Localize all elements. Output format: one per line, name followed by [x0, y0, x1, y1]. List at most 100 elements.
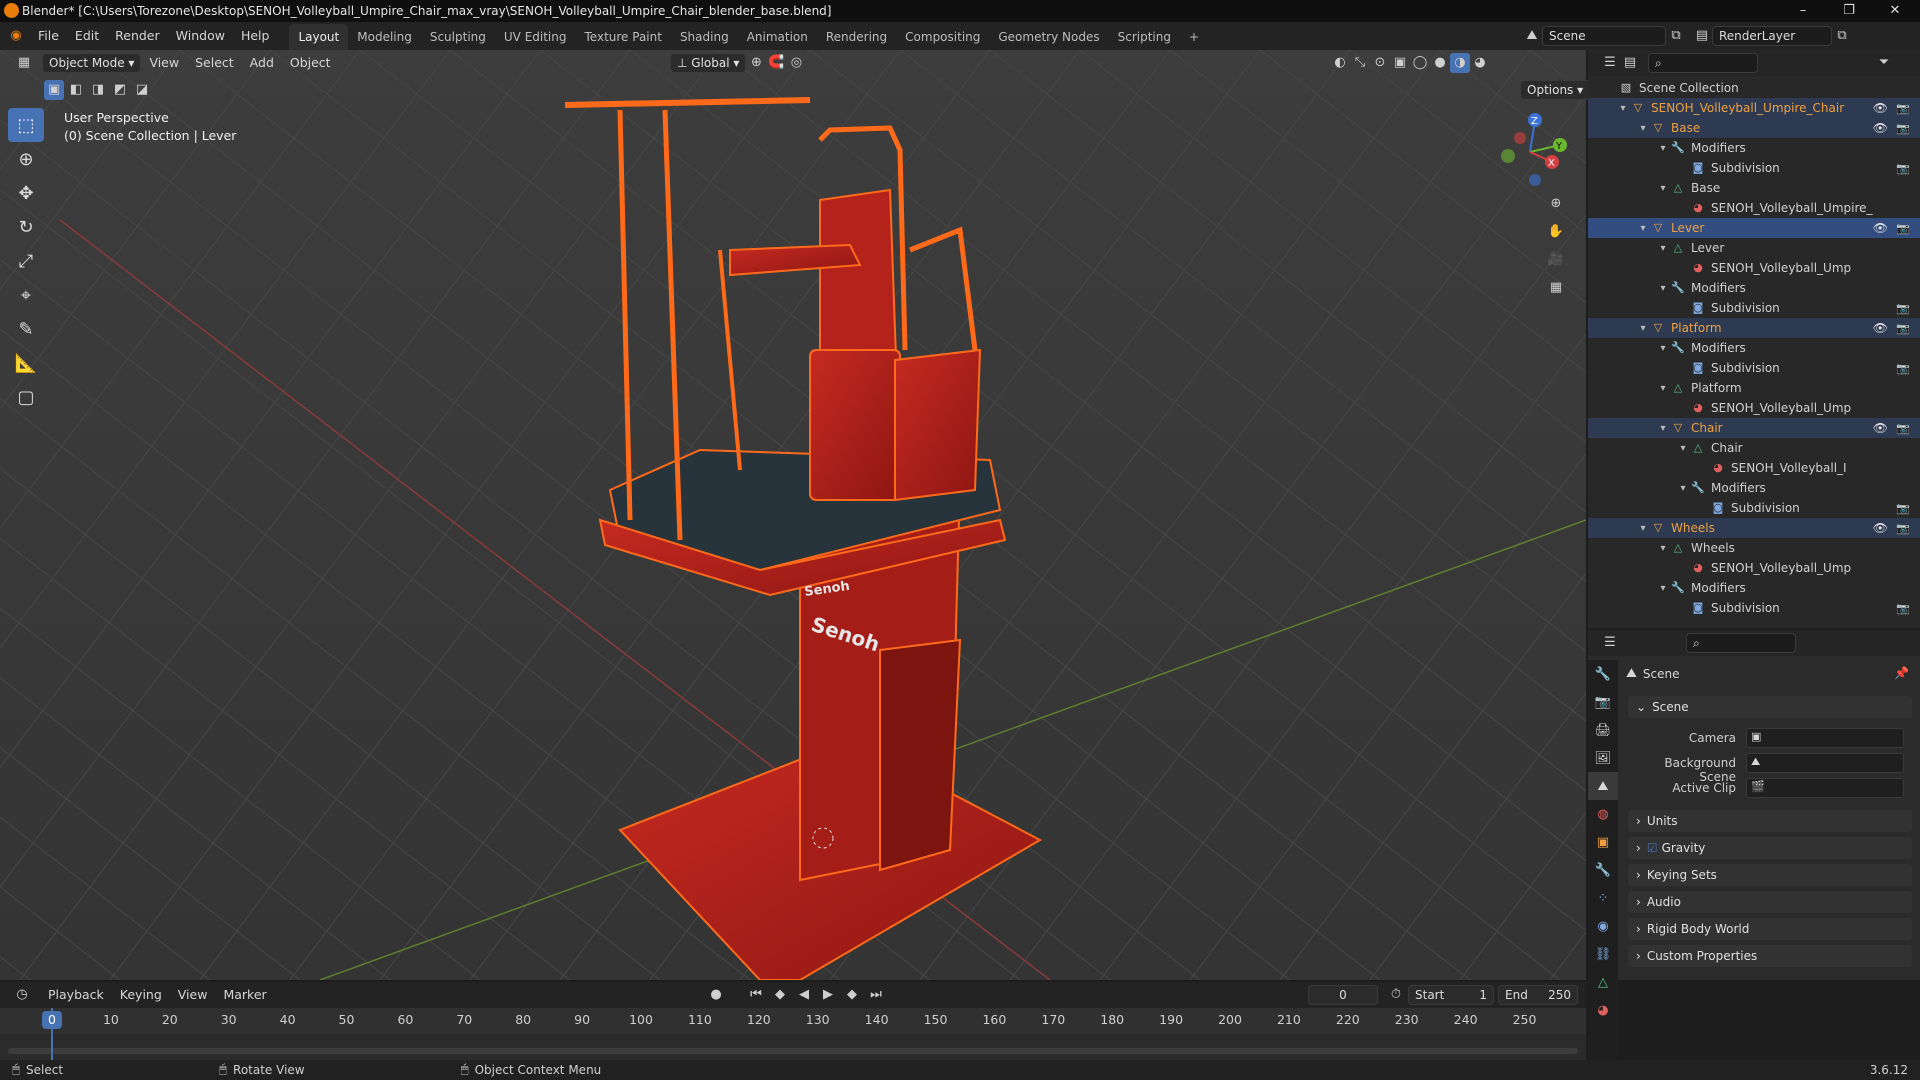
constraints-tab-icon[interactable]: ⛓ [1588, 940, 1618, 968]
outliner-row[interactable]: ▾ ▽ SENOH_Volleyball_Umpire_Chair 👁 📷 [1588, 98, 1920, 118]
current-frame-field[interactable]: 0 [1308, 985, 1378, 1005]
panel-custom-properties[interactable]: › Custom Properties [1628, 945, 1912, 967]
workspace-tab-animation[interactable]: Animation [738, 24, 817, 50]
display-mode-icon[interactable]: ▤ [1620, 53, 1640, 73]
select-invert-icon[interactable]: ◩ [110, 80, 130, 100]
outliner-row[interactable]: ▾ 🔧 Modifiers [1588, 138, 1920, 158]
zoom-icon[interactable]: ⊕ [1546, 194, 1566, 214]
physics-tab-icon[interactable]: ◉ [1588, 912, 1618, 940]
xray-icon[interactable]: ▣ [1390, 53, 1410, 73]
scene-collection-row[interactable]: ▧ Scene Collection [1588, 78, 1920, 98]
panel-keying-sets[interactable]: › Keying Sets [1628, 864, 1912, 886]
camera-icon[interactable]: 📷 [1896, 602, 1910, 615]
close-button[interactable]: ✕ [1872, 0, 1918, 22]
workspace-tab-modeling[interactable]: Modeling [348, 24, 421, 50]
overlay-toggle-icon[interactable]: ⊙ [1370, 53, 1390, 73]
rendered-shading-icon[interactable]: ◕ [1470, 53, 1490, 73]
measure-icon[interactable]: 📐 [8, 346, 44, 380]
expand-arrow-icon[interactable]: ▾ [1616, 103, 1630, 114]
cursor-icon[interactable]: ⊕ [8, 142, 44, 176]
visibility-icon[interactable]: ◐ [1330, 53, 1350, 73]
camera-icon[interactable]: 📷 [1896, 522, 1910, 535]
material-shading-icon[interactable]: ◑ [1450, 53, 1470, 73]
render-tab-icon[interactable]: 📷 [1588, 688, 1618, 716]
layer-icon[interactable]: ▤ [1692, 26, 1712, 46]
annotate-icon[interactable]: ✎ [8, 312, 44, 346]
workspace-tab-sculpting[interactable]: Sculpting [421, 24, 495, 50]
select-extend-icon[interactable]: ◧ [66, 80, 86, 100]
blender-menu-icon[interactable]: ◉ [6, 26, 26, 46]
expand-arrow-icon[interactable]: ▾ [1676, 483, 1690, 494]
new-scene-icon[interactable]: ⧉ [1666, 26, 1686, 46]
viewport-menu-add[interactable]: Add [242, 49, 282, 77]
expand-arrow-icon[interactable]: ▾ [1676, 443, 1690, 454]
3d-viewport[interactable]: Senoh Senoh Z Y X [0, 50, 1586, 980]
eye-icon[interactable]: 👁 [1873, 321, 1888, 335]
clock-icon[interactable]: ⏱ [1386, 985, 1406, 1005]
workspace-tab-layout[interactable]: Layout [289, 24, 349, 50]
outliner-row[interactable]: ▾ 🔧 Modifiers [1588, 478, 1920, 498]
expand-arrow-icon[interactable]: ▾ [1656, 343, 1670, 354]
viewport-menu-object[interactable]: Object [282, 49, 339, 77]
background-scene-field[interactable]: ⛰ [1746, 753, 1904, 773]
scene-panel-header[interactable]: ⌄ Scene [1628, 696, 1912, 718]
end-frame-field[interactable]: End 250 [1498, 985, 1578, 1005]
expand-arrow-icon[interactable]: ▾ [1656, 143, 1670, 154]
next-key-icon[interactable]: ◆ [842, 985, 862, 1005]
move-icon[interactable]: ✥ [8, 176, 44, 210]
select-intersect-icon[interactable]: ◪ [132, 80, 152, 100]
panel-audio[interactable]: › Audio [1628, 891, 1912, 913]
gravity-checkbox[interactable]: ☑ [1647, 841, 1658, 855]
menu-help[interactable]: Help [233, 22, 278, 50]
camera-icon[interactable]: 📷 [1896, 162, 1910, 175]
eye-icon[interactable]: 👁 [1873, 101, 1888, 115]
outliner-row[interactable]: ▾ 🔧 Modifiers [1588, 278, 1920, 298]
panel-units[interactable]: › Units [1628, 810, 1912, 832]
workspace-tab-scripting[interactable]: Scripting [1109, 24, 1180, 50]
outliner-row[interactable]: ◕ SENOH_Volleyball_Umpire_ [1588, 198, 1920, 218]
start-frame-field[interactable]: Start 1 [1408, 985, 1494, 1005]
camera-icon[interactable]: 📷 [1896, 102, 1910, 115]
modifier-tab-icon[interactable]: 🔧 [1588, 856, 1618, 884]
jump-end-icon[interactable]: ⏭ [866, 985, 886, 1005]
eye-icon[interactable]: 👁 [1873, 121, 1888, 135]
outliner-row[interactable]: ▾ 🔧 Modifiers [1588, 338, 1920, 358]
filter-icon[interactable]: ⏷ [1874, 53, 1894, 73]
object-tab-icon[interactable]: ▣ [1588, 828, 1618, 856]
expand-arrow-icon[interactable]: ▾ [1636, 223, 1650, 234]
outliner-row[interactable]: ◕ SENOH_Volleyball_I [1588, 458, 1920, 478]
pan-hand-icon[interactable]: ✋ [1546, 222, 1566, 242]
camera-view-icon[interactable]: 🎥 [1546, 250, 1566, 270]
record-icon[interactable]: ● [706, 985, 726, 1005]
play-reverse-icon[interactable]: ◀ [794, 985, 814, 1005]
eye-icon[interactable]: 👁 [1873, 221, 1888, 235]
pivot-icon[interactable]: ⊕ [746, 53, 766, 73]
outliner-row[interactable]: ◙ Subdivision 📷 [1588, 498, 1920, 518]
pin-icon[interactable]: 📌 [1894, 666, 1909, 680]
timeline-type-icon[interactable]: ◷ [12, 985, 32, 1005]
workspace-tab-texture-paint[interactable]: Texture Paint [576, 24, 671, 50]
camera-icon[interactable]: 📷 [1896, 502, 1910, 515]
camera-icon[interactable]: 📷 [1896, 422, 1910, 435]
eye-icon[interactable]: 👁 [1873, 521, 1888, 535]
expand-arrow-icon[interactable]: ▾ [1636, 323, 1650, 334]
output-tab-icon[interactable]: 🖨 [1588, 716, 1618, 744]
outliner-row[interactable]: ◕ SENOH_Volleyball_Ump [1588, 258, 1920, 278]
timeline-menu-playback[interactable]: Playback [40, 981, 112, 1009]
menu-file[interactable]: File [30, 22, 67, 50]
panel-gravity[interactable]: › ☑ Gravity [1628, 837, 1912, 859]
jump-start-icon[interactable]: ⏮ [746, 985, 766, 1005]
expand-arrow-icon[interactable]: ▾ [1656, 383, 1670, 394]
outliner-row[interactable]: ◙ Subdivision 📷 [1588, 598, 1920, 618]
prev-key-icon[interactable]: ◆ [770, 985, 790, 1005]
camera-field[interactable]: ▣ [1746, 728, 1904, 748]
camera-icon[interactable]: 📷 [1896, 222, 1910, 235]
scene-icon[interactable]: ⛰ [1522, 26, 1542, 46]
workspace-tab-uv-editing[interactable]: UV Editing [495, 24, 576, 50]
transform-icon[interactable]: ⌖ [8, 278, 44, 312]
wireframe-shading-icon[interactable]: ◯ [1410, 53, 1430, 73]
select-new-icon[interactable]: ▣ [44, 80, 64, 100]
snap-icon[interactable]: 🧲 [766, 53, 786, 73]
play-icon[interactable]: ▶ [818, 985, 838, 1005]
gizmo-toggle-icon[interactable]: ⤡ [1350, 53, 1370, 73]
